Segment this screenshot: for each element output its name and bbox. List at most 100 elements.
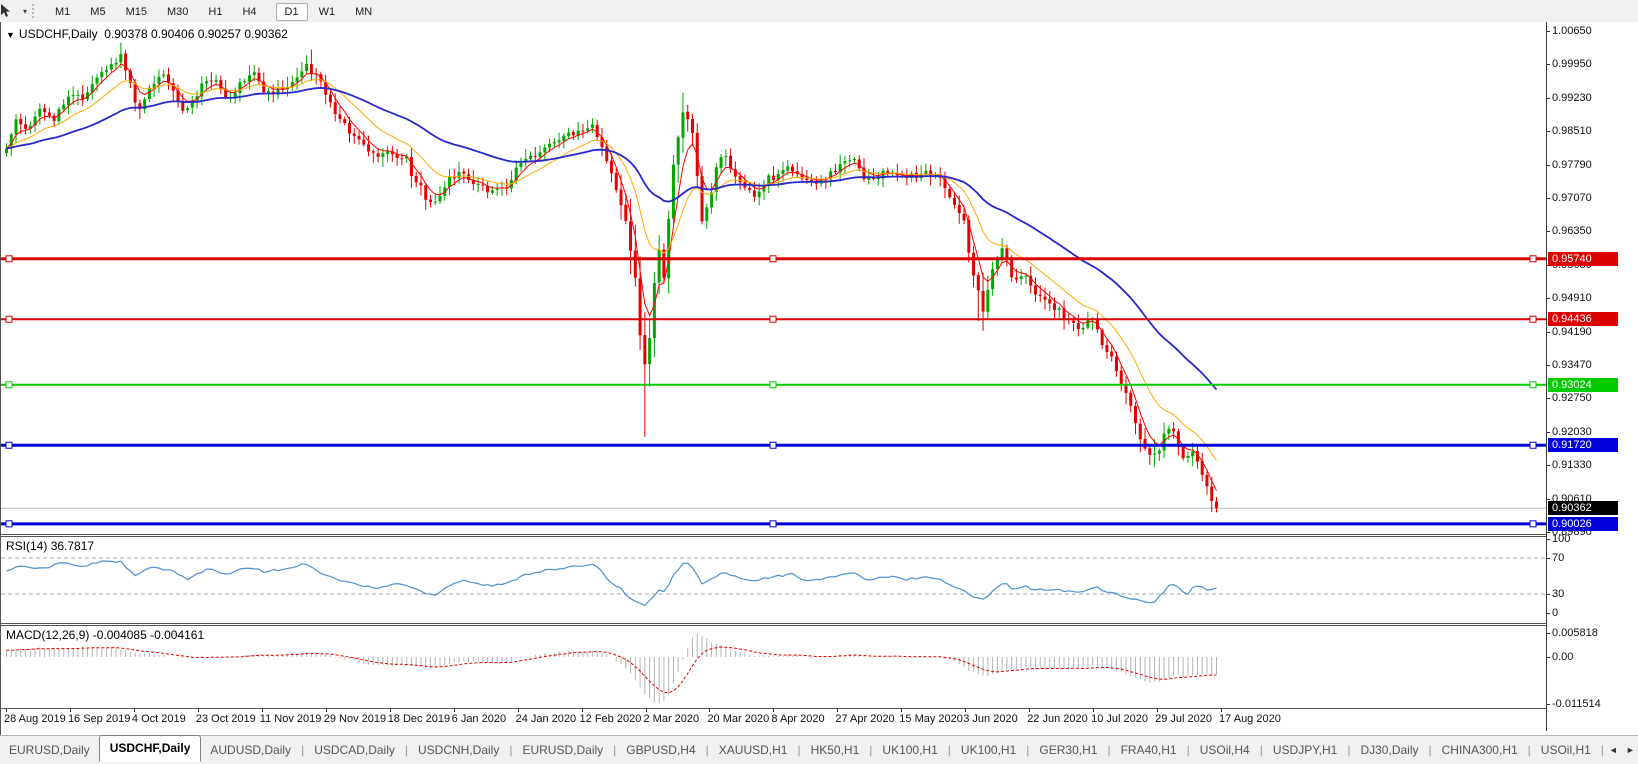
axis-tick-mark xyxy=(1546,704,1550,705)
line-handle[interactable] xyxy=(770,256,776,262)
candle-down xyxy=(620,189,623,205)
chart-tab-eurusd-daily[interactable]: EURUSD,Daily xyxy=(513,739,612,761)
line-handle[interactable] xyxy=(1530,382,1536,388)
chart-window: ▼USDCHF,Daily 0.90378 0.90406 0.90257 0.… xyxy=(0,22,1638,735)
candle-down xyxy=(1144,439,1147,449)
chevron-down-icon[interactable]: ▾ xyxy=(23,7,27,16)
chart-tab-xauusd-h1[interactable]: XAUUSD,H1 xyxy=(710,739,797,761)
candle-up xyxy=(157,77,160,84)
collapse-triangle-icon[interactable]: ▼ xyxy=(6,30,15,40)
timeframe-button-d1[interactable]: D1 xyxy=(276,3,308,21)
candle-down xyxy=(958,205,961,213)
line-handle[interactable] xyxy=(1530,256,1536,262)
chart-tab-uk100-h1[interactable]: UK100,H1 xyxy=(952,739,1025,761)
candle-up xyxy=(119,54,122,62)
macd-indicator-pane[interactable] xyxy=(1,625,1546,708)
chart-title: ▼USDCHF,Daily 0.90378 0.90406 0.90257 0.… xyxy=(6,27,288,41)
candle-down xyxy=(615,173,618,190)
candle-up xyxy=(100,72,103,77)
line-handle[interactable] xyxy=(770,521,776,527)
axis-tick-mark xyxy=(1546,532,1550,533)
line-handle[interactable] xyxy=(770,442,776,448)
timeframe-button-m30[interactable]: M30 xyxy=(158,3,197,21)
candle-down xyxy=(358,136,361,139)
pane-separator[interactable] xyxy=(1,534,1546,535)
candle-up xyxy=(677,137,680,164)
candle-up xyxy=(248,75,251,81)
candle-down xyxy=(48,112,51,115)
candle-down xyxy=(367,144,370,151)
line-handle[interactable] xyxy=(6,442,12,448)
chart-tab-usdchf-daily[interactable]: USDCHF,Daily xyxy=(99,735,202,762)
date-tick-mark xyxy=(454,708,455,712)
date-tick-label: 23 Oct 2019 xyxy=(196,713,256,725)
date-tick-label: 24 Jan 2020 xyxy=(516,713,577,725)
timeframe-button-mn[interactable]: MN xyxy=(346,3,381,21)
line-handle[interactable] xyxy=(1530,316,1536,322)
candle-down xyxy=(1034,286,1037,295)
rsi-scale-label: 100 xyxy=(1552,533,1570,545)
line-handle[interactable] xyxy=(770,382,776,388)
chart-tab-eurusd-daily[interactable]: EURUSD,Daily xyxy=(0,739,99,761)
timeframe-button-h1[interactable]: H1 xyxy=(199,3,231,21)
candle-down xyxy=(1053,303,1056,310)
chart-tab-usdjpy-h1[interactable]: USDJPY,H1 xyxy=(1264,739,1346,761)
candle-up xyxy=(1024,276,1027,277)
candle-down xyxy=(210,81,213,82)
candle-down xyxy=(1210,486,1213,501)
chart-tab-audusd-daily[interactable]: AUDUSD,Daily xyxy=(201,739,300,761)
chart-tab-usoil-h1[interactable]: USOil,H1 xyxy=(1532,739,1600,761)
chart-tab-hk50-h1[interactable]: HK50,H1 xyxy=(802,739,869,761)
candle-up xyxy=(148,88,151,99)
price-axis-line xyxy=(1546,22,1547,731)
chart-tab-dj30-daily[interactable]: DJ30,Daily xyxy=(1351,739,1427,761)
candle-up xyxy=(553,142,556,144)
line-handle[interactable] xyxy=(770,316,776,322)
chart-tab-ger30-h1[interactable]: GER30,H1 xyxy=(1030,739,1106,761)
line-handle[interactable] xyxy=(1530,442,1536,448)
candle-down xyxy=(639,278,642,335)
line-handle[interactable] xyxy=(6,521,12,527)
pane-separator[interactable] xyxy=(1,625,1546,626)
candle-up xyxy=(215,80,218,82)
rsi-indicator-pane[interactable] xyxy=(1,536,1546,623)
pane-separator[interactable] xyxy=(1,623,1546,624)
chart-tab-fra40-h1[interactable]: FRA40,H1 xyxy=(1112,739,1186,761)
chart-tab-gbpusd-h4[interactable]: GBPUSD,H4 xyxy=(617,739,704,761)
line-handle[interactable] xyxy=(6,256,12,262)
macd-scale-label: 0.005818 xyxy=(1552,627,1598,639)
pane-separator[interactable] xyxy=(1,536,1546,537)
toolbar-grip[interactable] xyxy=(32,4,40,18)
candle-up xyxy=(591,124,594,127)
timeframe-button-m1[interactable]: M1 xyxy=(46,3,79,21)
cursor-tool-button[interactable] xyxy=(3,2,23,20)
candle-down xyxy=(691,119,694,133)
candle-up xyxy=(558,140,561,142)
candle-down xyxy=(753,190,756,196)
candle-down xyxy=(1120,371,1123,385)
line-handle[interactable] xyxy=(1530,521,1536,527)
level-price-badge: 0.94436 xyxy=(1548,312,1618,326)
chart-tab-usdcad-daily[interactable]: USDCAD,Daily xyxy=(305,739,404,761)
candle-up xyxy=(115,63,118,65)
candlestick-chart[interactable] xyxy=(1,22,1546,534)
chart-tab-usoil-h4[interactable]: USOil,H4 xyxy=(1191,739,1259,761)
date-tick-mark xyxy=(1221,708,1222,712)
timeframe-button-m15[interactable]: M15 xyxy=(117,3,156,21)
line-handle[interactable] xyxy=(6,382,12,388)
tab-scroll-left-icon[interactable]: ◄ xyxy=(1605,745,1622,755)
chart-tab-china300-h1[interactable]: CHINA300,H1 xyxy=(1433,739,1527,761)
rsi-line xyxy=(7,561,1217,606)
candle-up xyxy=(648,338,651,364)
timeframe-button-w1[interactable]: W1 xyxy=(310,3,345,21)
timeframe-button-h4[interactable]: H4 xyxy=(233,3,265,21)
tab-scroll-right-icon[interactable]: ► xyxy=(1622,745,1638,755)
date-tick-label: 29 Nov 2019 xyxy=(324,713,386,725)
timeframe-button-m5[interactable]: M5 xyxy=(81,3,114,21)
candle-up xyxy=(448,177,451,187)
candle-up xyxy=(1191,452,1194,457)
chart-tab-usdcnh-daily[interactable]: USDCNH,Daily xyxy=(409,739,508,761)
line-handle[interactable] xyxy=(6,316,12,322)
candle-down xyxy=(834,171,837,172)
chart-tab-uk100-h1[interactable]: UK100,H1 xyxy=(873,739,946,761)
